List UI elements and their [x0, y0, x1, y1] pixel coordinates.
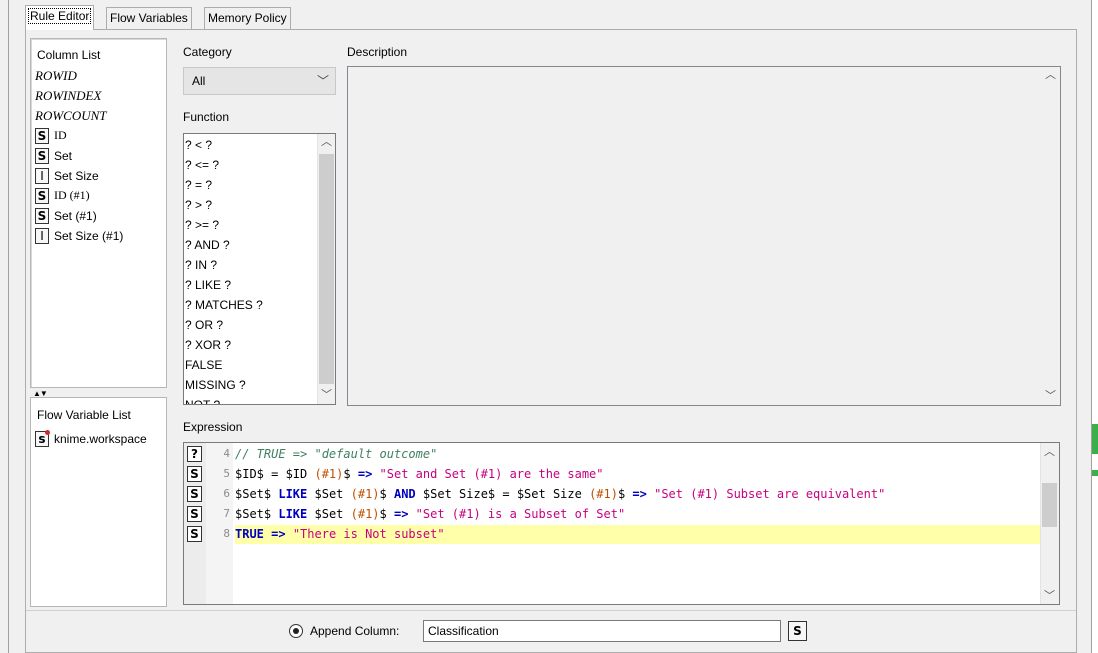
list-item-rowid[interactable]: ROWID — [35, 66, 77, 85]
string-type-icon: S — [187, 486, 202, 502]
scroll-down-icon[interactable]: ﹀ — [1041, 587, 1058, 604]
append-column-input[interactable]: Classification — [423, 620, 781, 642]
line-number: 6 — [223, 487, 230, 500]
list-item-column[interactable]: S ID — [35, 126, 67, 145]
tab-flow-variables[interactable]: Flow Variables — [106, 7, 192, 29]
scroll-thumb[interactable] — [1042, 483, 1057, 527]
append-column-label: Append Column: — [310, 624, 400, 638]
flow-variable-list[interactable]: Flow Variable List s knime.workspace — [30, 397, 167, 607]
unknown-type-icon: ? — [187, 446, 202, 462]
background-green-band — [1092, 470, 1098, 476]
description-label: Description — [347, 45, 408, 59]
string-type-icon: S — [788, 621, 807, 641]
code-line-current[interactable]: TRUE => "There is Not subset" — [235, 525, 1040, 544]
description-scrollbar[interactable]: ︿ ﹀ — [1042, 67, 1060, 405]
integer-type-icon: I — [35, 167, 49, 184]
string-type-icon: S — [187, 466, 202, 482]
string-type-icon: S — [187, 526, 202, 542]
function-item[interactable]: ? = ? — [185, 175, 212, 195]
code-line[interactable]: $Set$ LIKE $Set (#1)$ => "Set (#1) is a … — [235, 505, 1040, 524]
list-item-column[interactable]: S Set (#1) — [35, 206, 97, 225]
chevron-down-icon: ﹀ — [316, 74, 329, 88]
line-number: 7 — [223, 507, 230, 520]
function-item[interactable]: ? < ? — [185, 135, 212, 155]
string-type-icon: S — [35, 207, 49, 224]
list-item-rowindex[interactable]: ROWINDEX — [35, 86, 101, 105]
category-label: Category — [183, 45, 232, 59]
function-item[interactable]: ? IN ? — [185, 255, 217, 275]
column-list[interactable]: Column List ROWID ROWINDEX ROWCOUNT S ID … — [30, 38, 167, 388]
function-item[interactable]: ? MATCHES ? — [185, 295, 263, 315]
integer-type-icon: I — [35, 227, 49, 244]
string-type-icon: S — [35, 127, 49, 144]
function-item[interactable]: MISSING ? — [185, 375, 246, 395]
flow-variable-string-icon: s — [35, 429, 50, 447]
scroll-up-icon[interactable]: ︿ — [1041, 443, 1058, 460]
function-item[interactable]: ? AND ? — [185, 235, 230, 255]
list-item-rowcount[interactable]: ROWCOUNT — [35, 106, 107, 125]
line-number: 5 — [223, 467, 230, 480]
expression-label: Expression — [183, 420, 243, 434]
function-item[interactable]: ? >= ? — [185, 215, 219, 235]
flow-variable-list-title: Flow Variable List — [37, 408, 131, 422]
scroll-down-icon[interactable]: ﹀ — [1042, 388, 1059, 405]
list-item-column[interactable]: S ID (#1) — [35, 186, 90, 205]
flow-variable-item[interactable]: s knime.workspace — [35, 429, 147, 448]
function-item[interactable]: FALSE — [185, 355, 222, 375]
string-type-icon: S — [35, 147, 49, 164]
expression-gutter-icons: ? S S S S — [184, 443, 206, 604]
line-number: 8 — [223, 527, 230, 540]
string-type-icon: S — [187, 506, 202, 522]
expression-scrollbar[interactable]: ︿ ﹀ — [1040, 443, 1059, 604]
line-number: 4 — [223, 447, 230, 460]
tab-rule-editor[interactable]: Rule Editor — [25, 5, 95, 30]
function-label: Function — [183, 110, 230, 124]
function-item[interactable]: ? LIKE ? — [185, 275, 231, 295]
list-item-column[interactable]: I Set Size (#1) — [35, 226, 123, 245]
expression-editor[interactable]: ? S S S S 4 5 6 7 8 // TRUE => "default … — [183, 442, 1060, 605]
function-item[interactable]: ? XOR ? — [185, 335, 231, 355]
function-list[interactable]: ? < ? ? <= ? ? = ? ? > ? ? >= ? ? AND ? … — [183, 133, 336, 405]
background-window — [1092, 0, 1098, 653]
description-panel: ︿ ﹀ — [347, 66, 1061, 406]
list-item-column[interactable]: S Set — [35, 146, 72, 165]
append-column-radio[interactable] — [289, 624, 303, 638]
function-item[interactable]: ? > ? — [185, 195, 212, 215]
scroll-up-icon[interactable]: ︿ — [1042, 67, 1059, 84]
code-line[interactable]: $Set$ LIKE $Set (#1)$ AND $Set Size$ = $… — [235, 485, 1040, 504]
background-green-band — [1092, 424, 1098, 454]
column-list-title: Column List — [37, 48, 101, 62]
line-number-gutter: 4 5 6 7 8 — [206, 443, 233, 604]
separator — [26, 610, 1076, 611]
tab-memory-policy[interactable]: Memory Policy — [204, 7, 291, 29]
category-dropdown[interactable]: All ﹀ — [183, 67, 336, 95]
code-line[interactable]: // TRUE => "default outcome" — [235, 445, 1040, 464]
scroll-down-icon[interactable]: ﹀ — [318, 387, 335, 404]
scroll-up-icon[interactable]: ︿ — [318, 134, 335, 151]
string-type-icon: S — [35, 187, 49, 204]
function-item[interactable]: ? OR ? — [185, 315, 223, 335]
code-line[interactable]: $ID$ = $ID (#1)$ => "Set and Set (#1) ar… — [235, 465, 1040, 484]
scroll-thumb[interactable] — [319, 154, 334, 384]
list-item-column[interactable]: I Set Size — [35, 166, 99, 185]
function-list-scrollbar[interactable]: ︿ ﹀ — [317, 134, 335, 404]
function-item[interactable]: ? <= ? — [185, 155, 219, 175]
function-item[interactable]: NOT ? — [185, 395, 220, 404]
